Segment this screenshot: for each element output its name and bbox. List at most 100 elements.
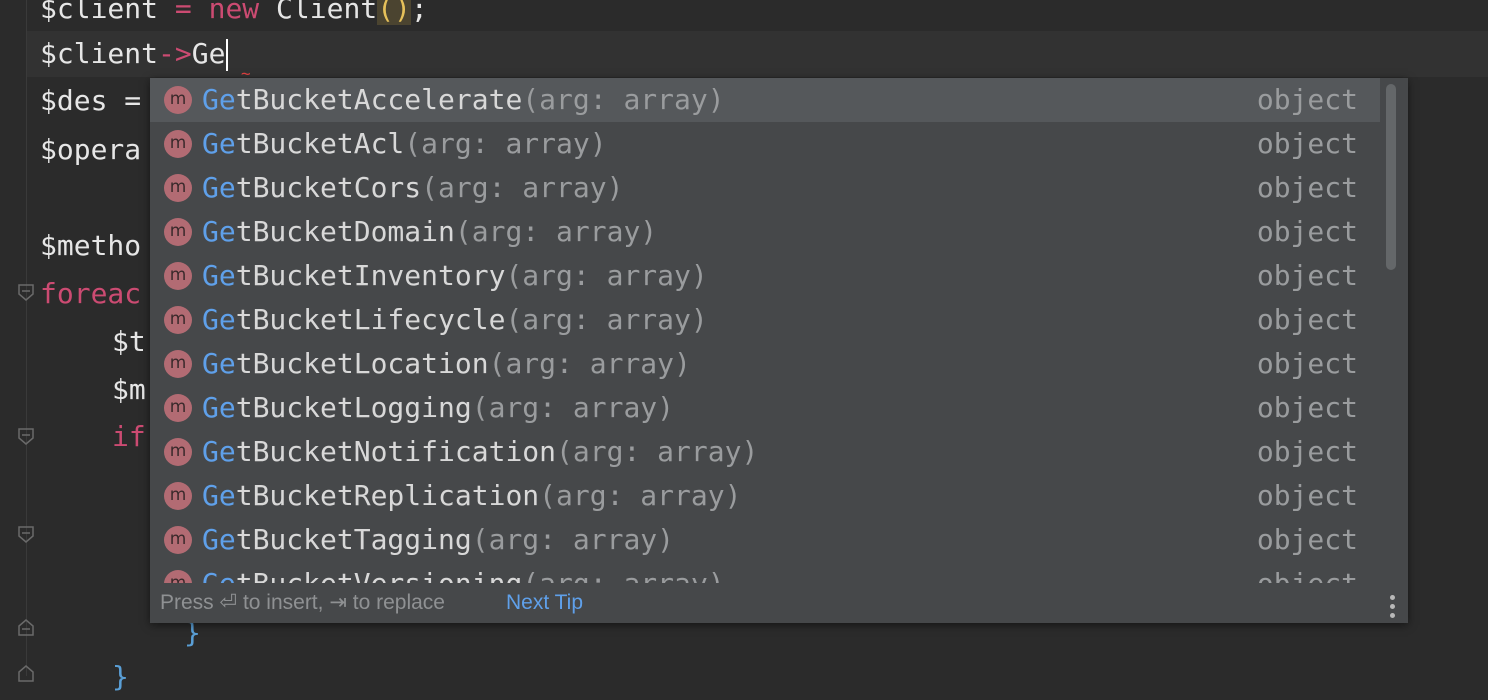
matched-prefix: Ge xyxy=(202,523,236,556)
method-icon: m xyxy=(164,86,192,114)
return-type: object xyxy=(1256,303,1358,336)
completion-item-label: GetBucketLocation(arg: array) xyxy=(202,342,691,386)
completion-item-label: GetBucketNotification(arg: array) xyxy=(202,430,758,474)
return-type: object xyxy=(1256,347,1358,380)
method-signature: (arg: array) xyxy=(556,435,759,468)
method-icon: m xyxy=(164,306,192,334)
matched-prefix: Ge xyxy=(202,83,236,116)
code-class-name: Client xyxy=(259,0,378,25)
matched-prefix: Ge xyxy=(202,479,236,512)
method-icon: m xyxy=(164,262,192,290)
next-tip-link[interactable]: Next Tip xyxy=(506,583,583,623)
return-type: object xyxy=(1256,479,1358,512)
method-name: tBucketLocation xyxy=(235,347,489,380)
code-variable: $client xyxy=(40,0,159,25)
method-signature: (arg: array) xyxy=(454,215,658,248)
code-line-2: $client->Ge xyxy=(40,31,229,77)
completion-item[interactable]: m GetBucketNotification(arg: array) object xyxy=(150,430,1380,474)
matched-prefix: Ge xyxy=(202,567,236,583)
method-icon: m xyxy=(164,350,192,378)
method-name: tBucketNotification xyxy=(235,435,557,468)
method-icon: m xyxy=(164,394,192,422)
completion-item[interactable]: m GetBucketAccelerate(arg: array) object xyxy=(150,78,1380,122)
completion-item-label: GetBucketAcl(arg: array) xyxy=(202,122,607,166)
method-icon: m xyxy=(164,482,192,510)
code-line-5: $metho xyxy=(40,229,142,262)
completion-list[interactable]: m GetBucketAccelerate(arg: array) object m G… xyxy=(150,78,1380,583)
completion-item[interactable]: m GetBucketLifecycle(arg: array) object xyxy=(150,298,1380,342)
completion-item[interactable]: m GetBucketCors(arg: array) object xyxy=(150,166,1380,210)
method-icon: m xyxy=(164,526,192,554)
method-signature: (arg: array) xyxy=(539,479,742,512)
fold-end-marker-icon[interactable] xyxy=(17,664,35,682)
matched-prefix: Ge xyxy=(202,259,236,292)
fold-marker-icon[interactable] xyxy=(17,284,35,302)
code-line-9: if xyxy=(112,420,146,453)
return-type: object xyxy=(1256,83,1358,116)
return-type: object xyxy=(1256,391,1358,424)
matched-prefix: Ge xyxy=(202,347,236,380)
matched-prefix: Ge xyxy=(202,215,236,248)
code-line-11: } xyxy=(112,660,129,693)
fold-marker-icon[interactable] xyxy=(17,428,35,446)
code-keyword: new xyxy=(208,0,260,25)
completion-item[interactable]: m GetBucketAcl(arg: array) object xyxy=(150,122,1380,166)
completion-item[interactable]: m GetBucketInventory(arg: array) object xyxy=(150,254,1380,298)
return-type: object xyxy=(1256,435,1358,468)
method-icon: m xyxy=(164,438,192,466)
matched-prefix: Ge xyxy=(202,435,236,468)
method-signature: (arg: array) xyxy=(522,83,725,116)
completion-item[interactable]: m GetBucketLocation(arg: array) object xyxy=(150,342,1380,386)
return-type: object xyxy=(1257,562,1358,583)
matched-prefix: Ge xyxy=(202,171,236,204)
insert-replace-hint: Press ⏎ to insert, ⇥ to replace xyxy=(160,591,445,614)
completion-item[interactable]: m GetBucketReplication(arg: array) object xyxy=(150,474,1380,518)
method-signature: (arg: array) xyxy=(404,127,607,160)
code-semicolon: ; xyxy=(410,0,428,25)
completion-item-label: GetBucketLifecycle(arg: array) xyxy=(202,298,708,342)
completion-item[interactable]: m GetBucketLogging(arg: array) object xyxy=(150,386,1380,430)
method-icon: m xyxy=(164,174,192,202)
return-type: object xyxy=(1256,215,1358,248)
method-name: tBucketLogging xyxy=(235,391,472,424)
completion-popup[interactable]: m GetBucketAccelerate(arg: array) object m G… xyxy=(150,78,1408,623)
method-signature: (arg: array) xyxy=(505,259,708,292)
code-line-6: foreac xyxy=(40,277,142,310)
method-icon: m xyxy=(164,570,192,583)
completion-item-label: GetBucketLogging(arg: array) xyxy=(202,386,674,430)
method-name: tBucketVersioning xyxy=(236,567,523,583)
typed-text: Ge xyxy=(191,37,226,70)
method-name: tBucketAccelerate xyxy=(235,83,523,116)
method-signature: (arg: array) xyxy=(471,523,675,556)
method-signature: (arg: array) xyxy=(488,347,691,380)
return-type: object xyxy=(1256,259,1358,292)
completion-item-label: GetBucketVersioning(arg: array) xyxy=(202,562,725,583)
completion-item[interactable]: m GetBucketDomain(arg: array) object xyxy=(150,210,1380,254)
method-name: tBucketReplication xyxy=(235,479,540,512)
code-parens: () xyxy=(377,0,411,25)
more-options-icon[interactable] xyxy=(1390,595,1396,621)
method-icon: m xyxy=(164,218,192,246)
fold-marker-icon[interactable] xyxy=(17,526,35,544)
completion-item-label: GetBucketCors(arg: array) xyxy=(202,166,623,210)
code-arrow-operator: -> xyxy=(158,37,192,70)
code-line-3: $des = xyxy=(40,84,159,117)
method-name: tBucketCors xyxy=(235,171,422,204)
gutter-divider xyxy=(26,0,27,676)
return-type: object xyxy=(1256,523,1358,556)
code-variable: $client xyxy=(40,37,159,70)
matched-prefix: Ge xyxy=(202,127,236,160)
method-name: tBucketDomain xyxy=(235,215,455,248)
completion-item[interactable]: m GetBucketTagging(arg: array) object xyxy=(150,518,1380,562)
return-type: object xyxy=(1256,127,1358,160)
code-line-8: $m xyxy=(112,373,146,406)
fold-end-marker-icon[interactable] xyxy=(17,618,35,636)
completion-scrollbar[interactable] xyxy=(1382,84,1400,270)
completion-item-label: GetBucketTagging(arg: array) xyxy=(202,518,674,562)
completion-item-label: GetBucketReplication(arg: array) xyxy=(202,474,741,518)
completion-footer: Press ⏎ to insert, ⇥ to replace Next Tip xyxy=(150,583,1408,623)
code-line-1: $client = new Client(); xyxy=(40,0,428,32)
scrollbar-thumb[interactable] xyxy=(1386,84,1396,270)
completion-item[interactable]: m GetBucketVersioning(arg: array) object xyxy=(150,562,1380,583)
method-icon: m xyxy=(164,130,192,158)
